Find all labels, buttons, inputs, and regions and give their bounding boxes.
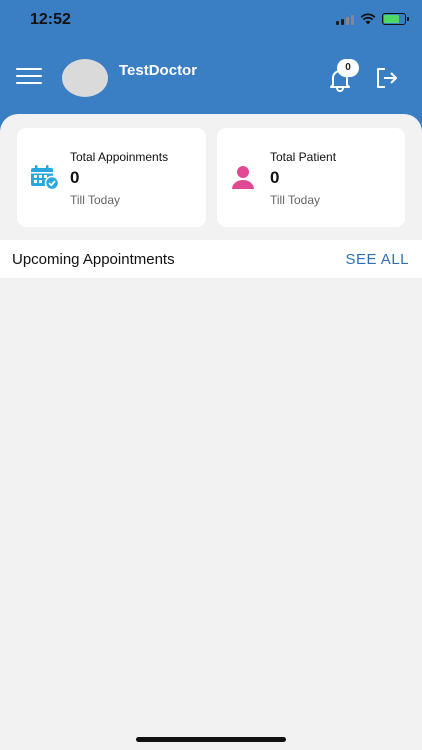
wifi-icon — [360, 13, 376, 25]
card-title: Total Appoinments — [70, 150, 169, 164]
total-appointments-card[interactable]: Total Appoinments 0 Till Today — [17, 128, 206, 227]
upcoming-appointments-header: Upcoming Appointments SEE ALL — [0, 240, 422, 278]
avatar[interactable] — [62, 59, 108, 97]
home-indicator[interactable] — [136, 737, 286, 742]
card-count: 0 — [270, 168, 280, 187]
hamburger-menu-icon[interactable] — [16, 68, 42, 88]
user-name: TestDoctor — [119, 62, 198, 79]
status-time: 12:52 — [30, 11, 71, 28]
battery-icon — [382, 13, 409, 25]
section-title: Upcoming Appointments — [12, 251, 175, 268]
status-bar: 12:52 — [0, 0, 422, 44]
see-all-link[interactable]: SEE ALL — [345, 251, 409, 268]
total-patient-card[interactable]: Total Patient 0 Till Today — [217, 128, 405, 227]
card-subtitle: Till Today — [70, 193, 121, 207]
status-icons — [336, 13, 409, 25]
logout-icon[interactable] — [374, 66, 400, 90]
person-icon — [232, 166, 254, 189]
signal-icon — [336, 13, 354, 25]
notification-badge: 0 — [337, 59, 359, 77]
card-title: Total Patient — [270, 150, 337, 164]
calendar-check-icon — [31, 165, 60, 191]
card-subtitle: Till Today — [270, 193, 321, 207]
dashboard-content: Total Appoinments 0 Till Today Total Pat… — [0, 114, 422, 750]
card-count: 0 — [70, 168, 80, 187]
